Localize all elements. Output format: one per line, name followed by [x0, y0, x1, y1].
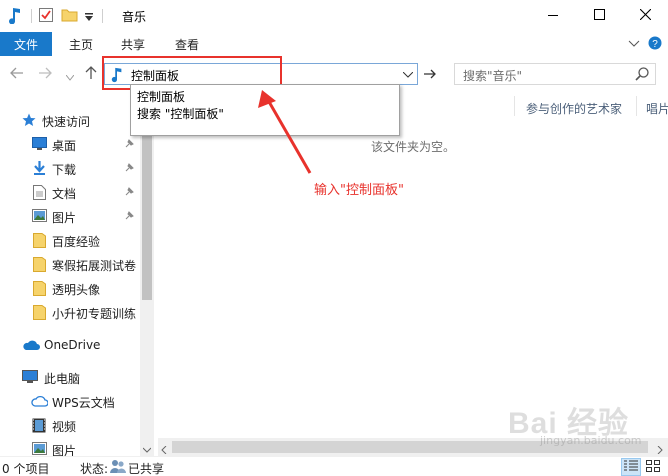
- status-label: 状态:: [80, 462, 109, 476]
- large-icons-view-icon: [646, 459, 660, 475]
- shared-users-icon: [110, 459, 126, 476]
- item-count: 0 个项目: [2, 462, 50, 476]
- annotation-arrow-icon: [258, 90, 312, 174]
- status-bar: 0 个项目 状态: 已共享: [0, 456, 668, 476]
- annotation-label: 输入"控制面板": [314, 183, 404, 198]
- details-view-icon: [624, 460, 638, 475]
- details-view-button[interactable]: [621, 458, 641, 476]
- large-icons-view-button[interactable]: [643, 458, 663, 476]
- explorer-window: 音乐 文件 主页 共享 查看 ? 控制面板 搜索"音乐" 快速访问 桌面 下载 …: [0, 0, 668, 476]
- share-status: 已共享: [128, 462, 165, 476]
